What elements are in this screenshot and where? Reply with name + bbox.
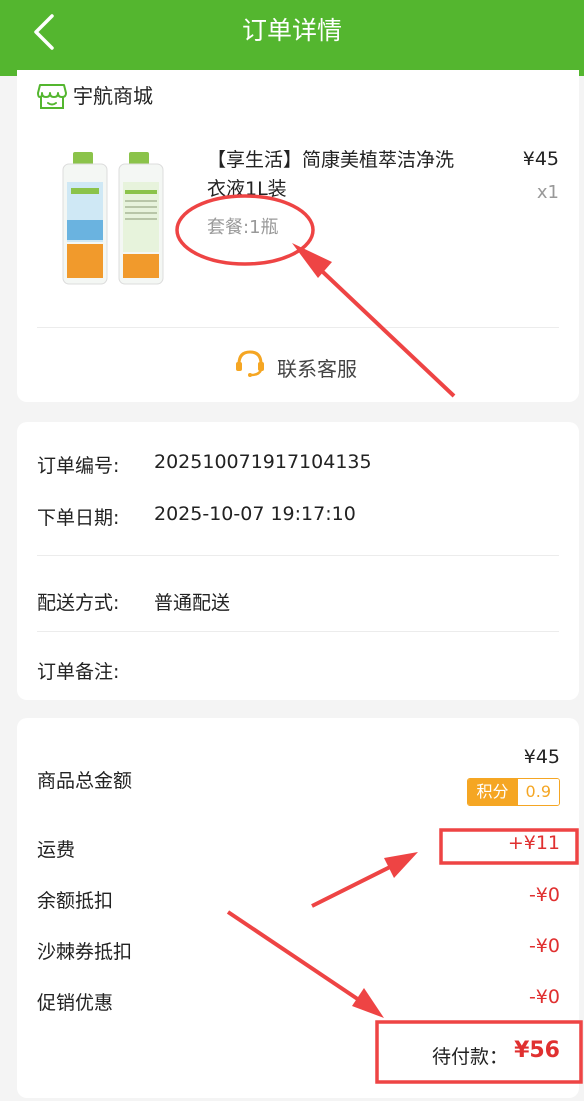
balance-value: -¥0	[528, 884, 560, 906]
order-number: 202510071917104135	[154, 451, 372, 473]
product-spec: 套餐:1瓶	[207, 217, 279, 238]
product-price: ¥45	[522, 148, 559, 170]
payment-summary-card: 商品总金额 ¥45 积分 0.9 运费 +¥11 余额抵扣 -¥0 沙棘券抵扣 …	[17, 718, 579, 1098]
order-note-label: 订单备注:	[37, 661, 120, 683]
product-card: 宇航商城 【享生活】简康美植萃洁净洗衣液1L装 套餐:1瓶 ¥45 x1 联系客…	[17, 70, 579, 402]
pending-payment-label: 待付款：	[431, 1046, 508, 1068]
shipping-value: +¥11	[507, 832, 560, 854]
divider	[37, 327, 559, 328]
shipping-label: 运费	[37, 839, 76, 861]
pending-payment-amount: ¥56	[514, 1038, 560, 1063]
goods-total-label: 商品总金额	[37, 770, 133, 792]
product-quantity: x1	[536, 182, 559, 203]
divider	[37, 631, 559, 632]
promo-value: -¥0	[528, 986, 560, 1008]
store-icon	[37, 84, 67, 109]
store-name[interactable]: 宇航商城	[73, 82, 153, 110]
balance-label: 余额抵扣	[37, 890, 114, 912]
delivery-label: 配送方式:	[37, 592, 120, 614]
coupon-label: 沙棘券抵扣	[37, 941, 133, 963]
order-info-card: 订单编号: 202510071917104135 下单日期: 2025-10-0…	[17, 422, 579, 700]
top-bar: 订单详情	[0, 0, 584, 76]
customer-service-icon[interactable]	[233, 348, 267, 378]
delivery-method: 普通配送	[154, 592, 231, 614]
points-label: 积分	[467, 779, 518, 805]
order-date-label: 下单日期:	[37, 507, 120, 529]
contact-service-button[interactable]: 联系客服	[277, 353, 357, 382]
order-number-label: 订单编号:	[37, 455, 120, 477]
coupon-value: -¥0	[528, 935, 560, 957]
points-value: 0.9	[517, 779, 559, 805]
divider	[37, 555, 559, 556]
page-title: 订单详情	[241, 16, 342, 45]
order-date: 2025-10-07 19:17:10	[154, 503, 356, 525]
product-image[interactable]	[61, 150, 165, 286]
points-badge: 积分 0.9	[466, 778, 560, 806]
goods-total-value: ¥45	[523, 746, 560, 768]
product-title[interactable]: 【享生活】简康美植萃洁净洗衣液1L装	[207, 146, 467, 204]
promo-label: 促销优惠	[37, 992, 114, 1014]
